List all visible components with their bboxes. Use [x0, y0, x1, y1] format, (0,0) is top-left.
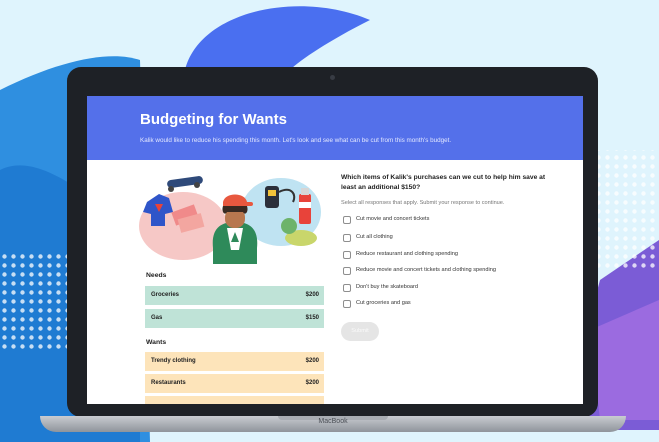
- submit-button[interactable]: Submit: [341, 322, 379, 341]
- checkbox[interactable]: [343, 216, 351, 224]
- page-header: Budgeting for Wants Kalik would like to …: [87, 96, 583, 160]
- checkbox[interactable]: [343, 300, 351, 308]
- needs-heading: Needs: [146, 272, 167, 279]
- question-instruction: Select all responses that apply. Submit …: [341, 200, 505, 206]
- checkbox[interactable]: [343, 251, 351, 259]
- wants-row-label: Trendy clothing: [151, 358, 196, 364]
- page-subtitle: Kalik would like to reduce his spending …: [140, 137, 452, 144]
- laptop-base: MacBook: [40, 416, 626, 432]
- question-text: Which items of Kalik's purchases can we …: [341, 174, 546, 191]
- app-screen: Budgeting for Wants Kalik would like to …: [87, 96, 583, 404]
- needs-row-amount: $200: [305, 292, 319, 298]
- wants-row: Trendy clothing $200: [145, 352, 324, 371]
- needs-row: Gas $150: [145, 309, 324, 328]
- wants-row-partial: [145, 396, 324, 404]
- laptop-brand: MacBook: [318, 418, 348, 425]
- option-label[interactable]: Cut groceries and gas: [356, 300, 411, 306]
- wants-heading: Wants: [146, 339, 167, 346]
- needs-row-label: Groceries: [151, 292, 180, 298]
- wants-row-amount: $200: [305, 380, 319, 386]
- option-label[interactable]: Reduce restaurant and clothing spending: [356, 251, 458, 257]
- option-label[interactable]: Cut movie and concert tickets: [356, 216, 429, 222]
- needs-row-amount: $150: [305, 315, 319, 321]
- wants-row-amount: $200: [305, 358, 319, 364]
- needs-row: Groceries $200: [145, 286, 324, 305]
- option-label[interactable]: Cut all clothing: [356, 234, 393, 240]
- teen-with-purchases-illustration: [139, 176, 321, 264]
- checkbox[interactable]: [343, 234, 351, 242]
- option-label[interactable]: Don't buy the skateboard: [356, 284, 418, 290]
- checkbox[interactable]: [343, 267, 351, 275]
- option-label[interactable]: Reduce movie and concert tickets and clo…: [356, 267, 496, 273]
- camera-icon: [330, 75, 335, 80]
- page-title: Budgeting for Wants: [140, 111, 287, 128]
- checkbox[interactable]: [343, 284, 351, 292]
- wants-row-label: Restaurants: [151, 380, 186, 386]
- wants-row: Restaurants $200: [145, 374, 324, 393]
- needs-row-label: Gas: [151, 315, 163, 321]
